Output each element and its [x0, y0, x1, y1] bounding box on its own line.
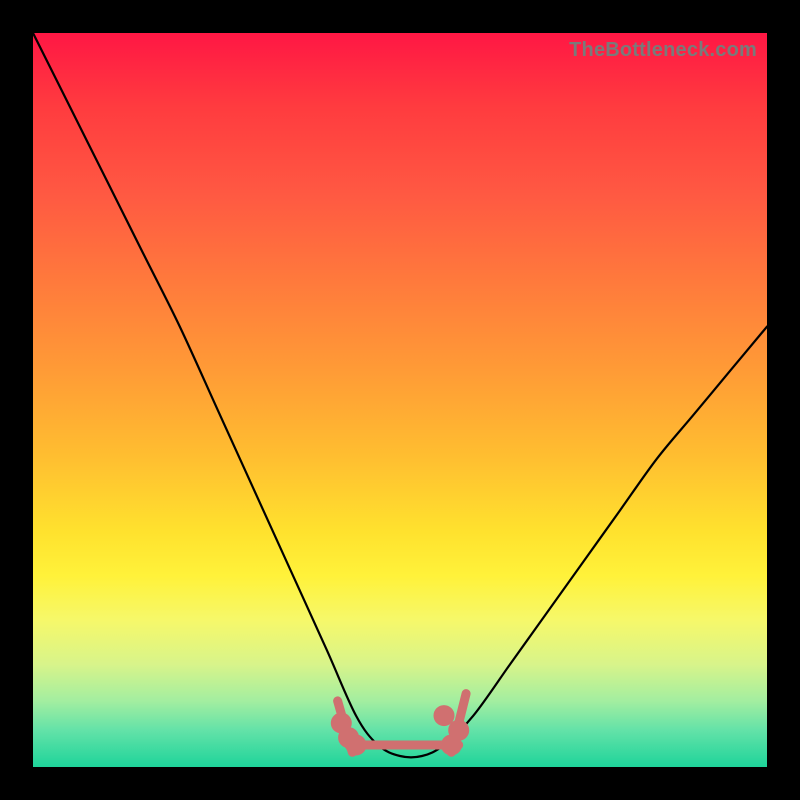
bottleneck-curve [33, 33, 767, 757]
sweet-spot-cluster [335, 694, 466, 753]
plot-area: TheBottleneck.com [33, 33, 767, 767]
chart-overlay [33, 33, 767, 767]
chart-frame: TheBottleneck.com [0, 0, 800, 800]
